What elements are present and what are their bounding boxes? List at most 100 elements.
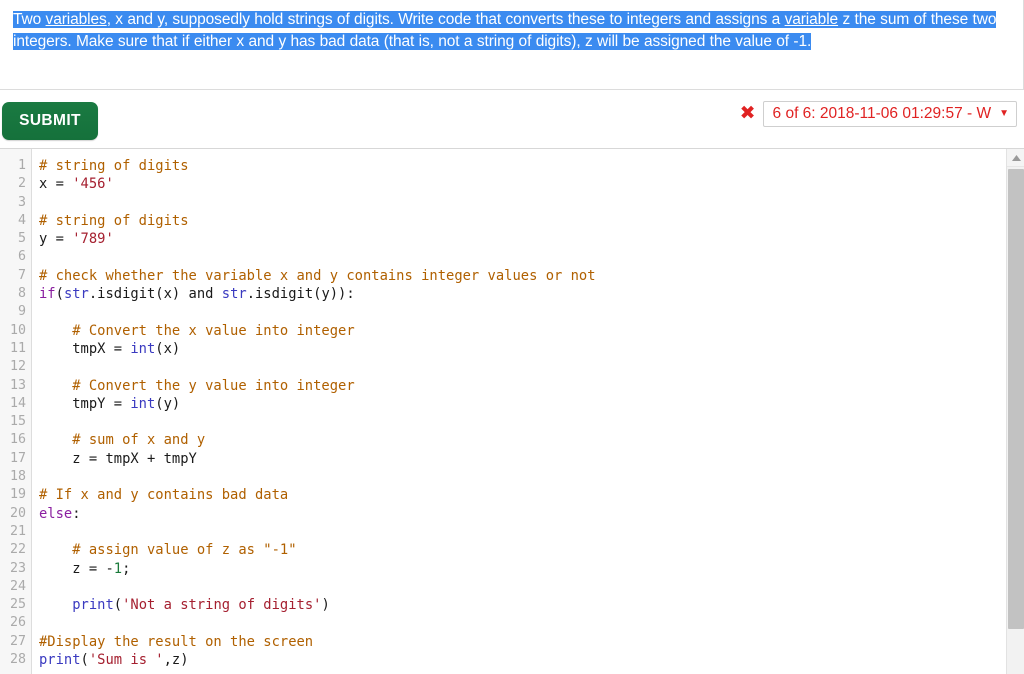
- toolbar: SUBMIT ✖ 6 of 6: 2018-11-06 01:29:57 - W…: [0, 91, 1024, 148]
- scrollbar-thumb[interactable]: [1008, 169, 1024, 629]
- question-term-link[interactable]: variable: [785, 11, 839, 28]
- line-number: 7: [17, 267, 26, 283]
- question-selected-text: Two variables, x and y, supposedly hold …: [13, 11, 996, 50]
- code-token-builtin: print: [72, 597, 114, 614]
- code-token-plain: (y): [155, 395, 181, 412]
- code-token-plain: .isdigit(x) and: [88, 286, 222, 303]
- code-line[interactable]: tmpY = int(y): [39, 395, 1005, 413]
- code-token-comment: # check whether the variable x and y con…: [39, 267, 596, 284]
- code-token-plain: (: [55, 286, 64, 303]
- code-line[interactable]: [39, 303, 1005, 321]
- line-number: 15: [9, 414, 26, 430]
- code-token-builtin: str: [221, 286, 247, 303]
- chevron-down-icon: ▼: [999, 108, 1009, 119]
- code-line[interactable]: [39, 578, 1005, 596]
- code-line[interactable]: else:: [39, 505, 1005, 523]
- editor-vertical-scrollbar[interactable]: [1006, 149, 1024, 674]
- attempt-dropdown[interactable]: 6 of 6: 2018-11-06 01:29:57 - W ▼: [762, 101, 1017, 127]
- line-number: 8: [17, 286, 26, 302]
- code-line[interactable]: [39, 413, 1005, 431]
- code-token-keyword: if: [39, 286, 56, 303]
- question-panel: Two variables, x and y, supposedly hold …: [0, 0, 1024, 90]
- code-line[interactable]: # Convert the x value into integer: [39, 322, 1005, 340]
- code-line[interactable]: [39, 523, 1005, 541]
- code-line[interactable]: [39, 468, 1005, 486]
- code-line[interactable]: [39, 358, 1005, 376]
- attempt-status-group: ✖ 6 of 6: 2018-11-06 01:29:57 - W ▼: [740, 101, 1017, 127]
- line-number: 1: [17, 158, 26, 173]
- code-token-string: 'Not a string of digits': [122, 597, 322, 614]
- code-editor[interactable]: 1 2 3 4 5 6 7 8 9 10 11 12 13 14 15 16 17 18 19 20 21 22 23 24 2…: [0, 148, 1024, 674]
- code-line[interactable]: [39, 248, 1005, 266]
- code-line[interactable]: # sum of x and y: [39, 431, 1005, 449]
- code-token-comment: # string of digits: [39, 212, 189, 229]
- line-number: 20: [9, 505, 26, 521]
- line-number: 19: [9, 487, 26, 503]
- code-line[interactable]: if(str.isdigit(x) and str.isdigit(y)):: [39, 285, 1005, 303]
- code-line[interactable]: y = '789': [39, 230, 1005, 248]
- line-number: 9: [17, 304, 26, 320]
- line-number: 18: [9, 469, 26, 485]
- line-number: 6: [17, 249, 26, 265]
- code-token-plain: y =: [39, 231, 73, 248]
- code-line[interactable]: # string of digits: [39, 212, 1005, 230]
- line-number: 16: [9, 432, 26, 448]
- line-number: 4: [17, 212, 26, 228]
- code-token-plain: (: [113, 597, 123, 614]
- line-number: 17: [9, 450, 26, 466]
- code-token-plain: z = -: [39, 560, 114, 577]
- code-line[interactable]: # string of digits: [39, 157, 1005, 175]
- scroll-up-arrow-icon[interactable]: [1007, 149, 1024, 167]
- code-line[interactable]: z = -1;: [39, 560, 1005, 578]
- code-token-comment: # sum of x and y: [39, 432, 206, 449]
- line-number: 22: [9, 542, 26, 558]
- code-token-plain: .isdigit(y)):: [246, 286, 355, 303]
- code-token-comment: # Convert the x value into integer: [39, 322, 355, 339]
- line-number: 23: [9, 560, 26, 576]
- line-number: 3: [17, 194, 26, 210]
- line-number: 11: [9, 340, 26, 356]
- cross-mark-icon: ✖: [739, 101, 756, 124]
- code-token-builtin: str: [63, 286, 89, 303]
- submit-button[interactable]: SUBMIT: [2, 102, 98, 140]
- code-line[interactable]: # check whether the variable x and y con…: [39, 267, 1005, 285]
- code-token-plain: tmpY =: [39, 395, 131, 412]
- code-token-plain: ;: [122, 560, 131, 577]
- code-line[interactable]: z = tmpX + tmpY: [39, 450, 1005, 468]
- line-number: 12: [9, 359, 26, 375]
- code-line[interactable]: tmpX = int(x): [39, 340, 1005, 358]
- code-line[interactable]: [39, 614, 1005, 632]
- code-line[interactable]: #Display the result on the screen: [39, 633, 1005, 651]
- line-number: 27: [9, 633, 26, 649]
- code-line[interactable]: print('Sum is ',z): [39, 651, 1005, 669]
- code-token-number: 1: [113, 560, 123, 577]
- line-number: 28: [9, 652, 26, 668]
- code-token-string: '456': [72, 176, 114, 193]
- question-text[interactable]: Two variables, x and y, supposedly hold …: [13, 9, 1011, 52]
- code-line[interactable]: # Convert the y value into integer: [39, 377, 1005, 395]
- code-token-plain: z = tmpX + tmpY: [39, 450, 197, 467]
- line-number: 13: [9, 377, 26, 393]
- code-token-comment: # Convert the y value into integer: [39, 377, 355, 394]
- line-number: 5: [17, 231, 26, 247]
- code-token-comment: # If x and y contains bad data: [39, 487, 289, 504]
- code-line[interactable]: print('Not a string of digits'): [39, 596, 1005, 614]
- code-content[interactable]: # string of digits x = '456' # string of …: [33, 149, 1005, 674]
- code-token-keyword: else: [39, 505, 73, 522]
- code-token-string: '789': [72, 231, 114, 248]
- code-token-comment: #Display the result on the screen: [39, 633, 314, 650]
- line-number: 26: [9, 615, 26, 631]
- code-token-plain: (x): [155, 340, 181, 357]
- question-term-link[interactable]: variables: [46, 11, 107, 28]
- code-token-plain: tmpX =: [39, 340, 131, 357]
- code-line[interactable]: x = '456': [39, 175, 1005, 193]
- line-number: 24: [9, 578, 26, 594]
- code-line[interactable]: # If x and y contains bad data: [39, 486, 1005, 504]
- line-number: 2: [17, 176, 26, 192]
- line-number-gutter: 1 2 3 4 5 6 7 8 9 10 11 12 13 14 15 16 17 18 19 20 21 22 23 24 2…: [0, 149, 32, 674]
- code-token-comment: # assign value of z as "-1": [39, 542, 297, 559]
- code-line[interactable]: # assign value of z as "-1": [39, 541, 1005, 559]
- question-text-run: , x and y, supposedly hold strings of di…: [106, 11, 785, 28]
- code-line[interactable]: [39, 194, 1005, 212]
